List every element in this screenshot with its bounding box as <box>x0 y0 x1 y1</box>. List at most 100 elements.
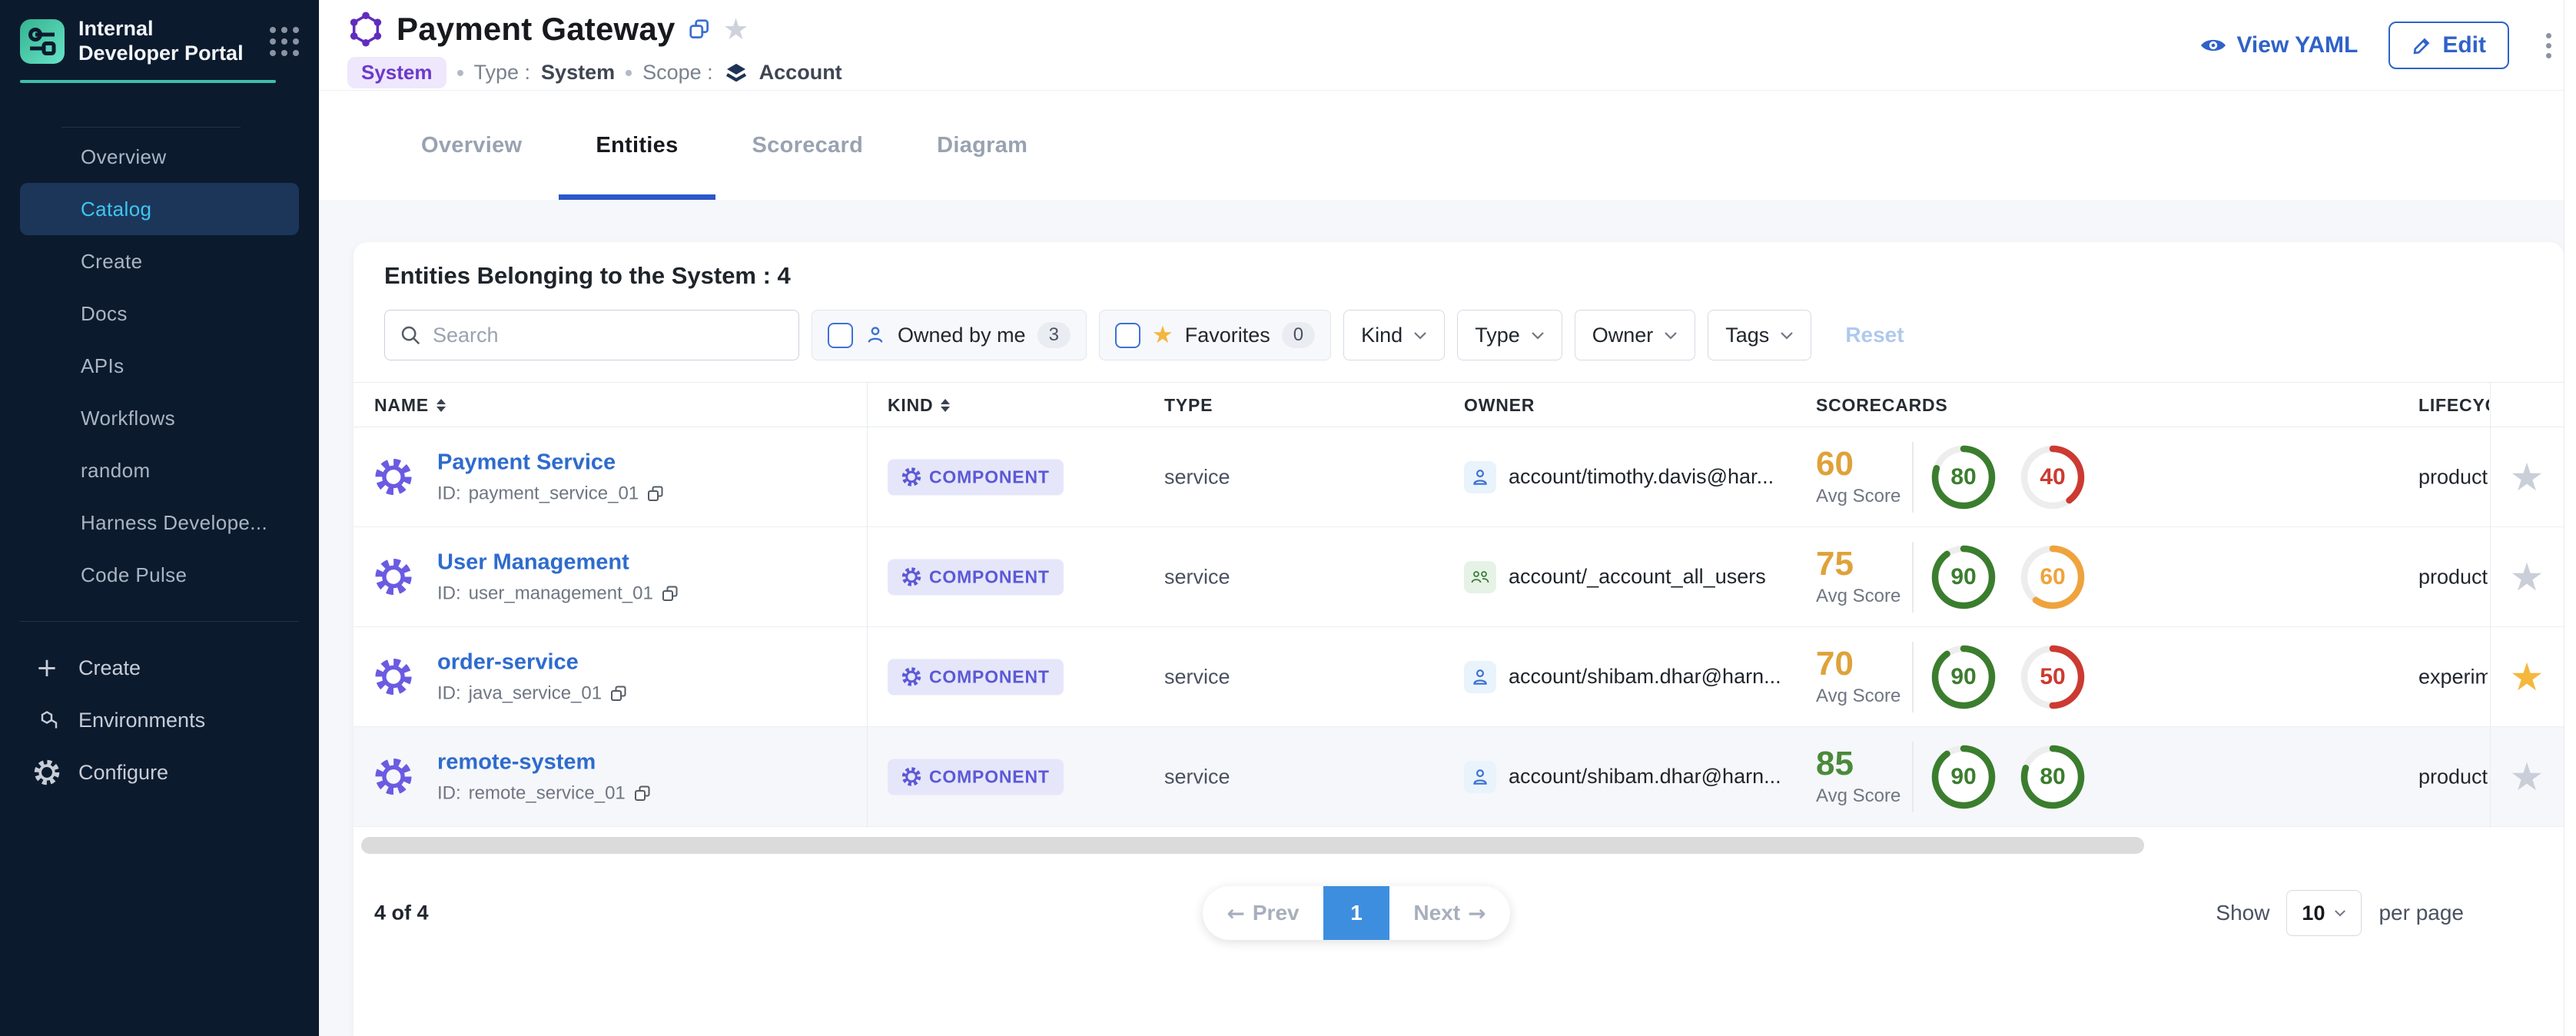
sidebar: Internal Developer Portal Overview Catal… <box>0 0 319 1036</box>
favorite-star-icon[interactable]: ★ <box>2510 758 2544 796</box>
sidebar-item-catalog[interactable]: Catalog <box>20 183 299 235</box>
avg-score-label: Avg Score <box>1816 785 1900 807</box>
page-size-value: 10 <box>2302 902 2325 925</box>
star-icon: ★ <box>1152 321 1173 349</box>
sidebar-item-configure[interactable]: Configure <box>20 746 299 799</box>
owned-by-me-checkbox[interactable] <box>828 323 853 348</box>
edit-button[interactable]: Edit <box>2388 22 2509 69</box>
more-options-kebab-icon[interactable] <box>2540 27 2558 65</box>
sidebar-item-random[interactable]: random <box>20 444 299 496</box>
type-filter-dropdown[interactable]: Type <box>1457 310 1562 360</box>
favorite-star-icon[interactable]: ★ <box>2510 658 2544 696</box>
copy-id-icon[interactable] <box>609 684 628 702</box>
next-page-button[interactable]: Next → <box>1389 886 1510 940</box>
entity-owner[interactable]: account/timothy.davis@har... <box>1464 461 1774 493</box>
scorecard-ring[interactable]: 60 <box>2020 544 2086 610</box>
favorites-filter[interactable]: ★ Favorites 0 <box>1099 310 1331 360</box>
entity-owner[interactable]: account/shibam.dhar@harn... <box>1464 761 1781 793</box>
tab-overview[interactable]: Overview <box>384 91 559 200</box>
favorite-entity-star-icon[interactable]: ★ <box>723 12 749 46</box>
prev-page-button[interactable]: ← Prev <box>1203 886 1323 940</box>
horizontal-scrollbar[interactable] <box>361 837 2556 854</box>
favorite-star-icon[interactable]: ★ <box>2510 558 2544 596</box>
entities-card: Entities Belonging to the System : 4 Own… <box>354 242 2564 1036</box>
dropdown-label: Type <box>1475 324 1520 347</box>
favorite-star-icon[interactable]: ★ <box>2510 458 2544 496</box>
content-area: Entities Belonging to the System : 4 Own… <box>319 200 2576 1036</box>
owned-by-me-filter[interactable]: Owned by me 3 <box>812 310 1087 360</box>
entity-name-link[interactable]: User Management <box>437 550 679 575</box>
copy-entity-name-icon[interactable] <box>688 18 711 41</box>
sidebar-item-docs[interactable]: Docs <box>20 287 299 340</box>
column-header-kind[interactable]: KIND <box>888 383 950 428</box>
scorecard-ring[interactable]: 90 <box>1930 744 1997 810</box>
kind-badge[interactable]: COMPONENT <box>888 559 1064 595</box>
entity-owner[interactable]: account/_account_all_users <box>1464 561 1766 593</box>
sidebar-item-overview[interactable]: Overview <box>20 131 299 183</box>
dropdown-label: Owner <box>1592 324 1654 347</box>
harness-logo[interactable] <box>20 19 65 64</box>
sidebar-item-code-pulse[interactable]: Code Pulse <box>20 549 299 601</box>
entity-id: java_service_01 <box>469 682 602 704</box>
scorecard-ring[interactable]: 80 <box>1930 444 1997 510</box>
copy-id-icon[interactable] <box>646 484 665 503</box>
score-divider <box>1912 442 1914 513</box>
scorecard-ring[interactable]: 90 <box>1930 644 1997 710</box>
column-label: SCORECARDS <box>1816 395 1948 416</box>
kind-badge[interactable]: COMPONENT <box>888 459 1064 495</box>
search-input[interactable] <box>433 324 785 347</box>
user-icon <box>1464 761 1496 793</box>
tab-scorecard[interactable]: Scorecard <box>715 91 901 200</box>
copy-id-icon[interactable] <box>661 584 679 603</box>
score-divider <box>1912 542 1914 613</box>
scorecard-ring[interactable]: 40 <box>2020 444 2086 510</box>
sidebar-item-environments[interactable]: Environments <box>20 694 299 746</box>
kind-badge[interactable]: COMPONENT <box>888 759 1064 795</box>
sidebar-item-harness-developer[interactable]: Harness Develope... <box>20 496 299 549</box>
tab-entities[interactable]: Entities <box>559 91 715 200</box>
reset-filters-button[interactable]: Reset <box>1845 323 1904 347</box>
scorecard-ring[interactable]: 50 <box>2020 644 2086 710</box>
kind-filter-dropdown[interactable]: Kind <box>1343 310 1445 360</box>
page-size-select[interactable]: 10 <box>2286 890 2362 936</box>
owned-by-me-label: Owned by me <box>898 324 1026 347</box>
sidebar-item-create[interactable]: Create <box>20 235 299 287</box>
sidebar-item-create-entity[interactable]: + Create <box>20 642 299 694</box>
component-gear-icon <box>901 767 921 787</box>
page-scrollbar-gutter[interactable] <box>2564 0 2576 1036</box>
page-title: Payment Gateway <box>397 11 676 48</box>
sidebar-item-workflows[interactable]: Workflows <box>20 392 299 444</box>
component-gear-icon <box>901 667 921 687</box>
owner-filter-dropdown[interactable]: Owner <box>1575 310 1696 360</box>
entity-name-link[interactable]: Payment Service <box>437 450 665 475</box>
pencil-icon <box>2412 35 2433 56</box>
tags-filter-dropdown[interactable]: Tags <box>1708 310 1811 360</box>
column-header-name[interactable]: NAME <box>374 383 446 428</box>
kind-badge[interactable]: COMPONENT <box>888 659 1064 695</box>
search-box[interactable] <box>384 310 799 360</box>
search-icon <box>399 324 422 347</box>
avg-score-value: 60 <box>1816 447 1900 481</box>
app-grid-icon[interactable] <box>270 27 299 56</box>
component-gear-icon <box>374 658 413 696</box>
entity-name-link[interactable]: remote-system <box>437 749 652 775</box>
sidebar-item-apis[interactable]: APIs <box>20 340 299 392</box>
favorites-checkbox[interactable] <box>1115 323 1140 348</box>
entity-name-link[interactable]: order-service <box>437 649 628 675</box>
kind-badge[interactable]: System <box>347 57 446 88</box>
column-header-owner: OWNER <box>1464 383 1535 428</box>
scorecard-ring[interactable]: 90 <box>1930 544 1997 610</box>
scrollbar-thumb[interactable] <box>361 837 2144 854</box>
view-yaml-button[interactable]: View YAML <box>2199 32 2358 58</box>
copy-id-icon[interactable] <box>633 784 652 802</box>
tab-diagram[interactable]: Diagram <box>900 91 1064 200</box>
entity-owner[interactable]: account/shibam.dhar@harn... <box>1464 661 1781 693</box>
sort-icon[interactable] <box>437 399 446 412</box>
sort-icon[interactable] <box>941 399 950 412</box>
sidebar-item-label: random <box>81 459 151 483</box>
scorecard-ring[interactable]: 80 <box>2020 744 2086 810</box>
avg-score-label: Avg Score <box>1816 686 1900 707</box>
page-number-button[interactable]: 1 <box>1323 886 1389 940</box>
scope-label: Scope : <box>642 61 713 85</box>
sidebar-item-label: Create <box>81 250 142 274</box>
